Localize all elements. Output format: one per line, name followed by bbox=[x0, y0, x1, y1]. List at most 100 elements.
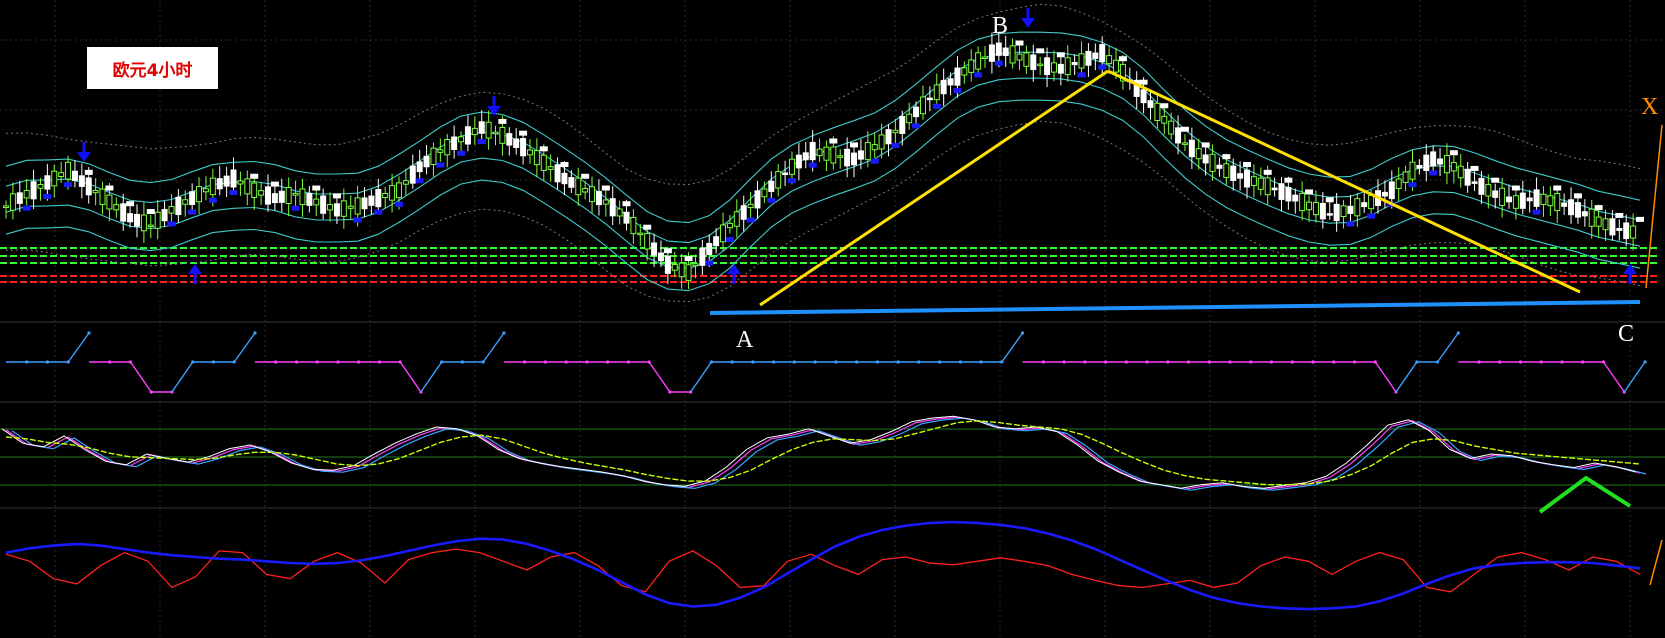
candle-body bbox=[3, 205, 9, 208]
candle-body bbox=[1202, 154, 1209, 164]
candle-body bbox=[437, 149, 444, 153]
candle-body bbox=[1402, 171, 1409, 183]
candle-body bbox=[878, 134, 885, 150]
candle-body bbox=[871, 144, 878, 151]
candle-body bbox=[961, 67, 968, 76]
candle-body bbox=[988, 44, 995, 62]
candle-body bbox=[1519, 192, 1526, 209]
candle-body bbox=[623, 211, 630, 224]
candle-body bbox=[685, 264, 692, 281]
zigzag-dot bbox=[87, 331, 91, 335]
candle-body bbox=[1526, 197, 1533, 202]
trend-dot-blue bbox=[353, 217, 362, 223]
zigzag-dot bbox=[502, 331, 506, 335]
candle-body bbox=[1271, 187, 1278, 191]
trend-dot-blue bbox=[1346, 221, 1355, 227]
trend-dot-blue bbox=[1367, 213, 1376, 219]
candle-body bbox=[161, 208, 168, 222]
candle-body bbox=[554, 164, 561, 183]
trend-dot-white bbox=[1636, 216, 1644, 222]
chart-canvas[interactable] bbox=[0, 0, 1665, 638]
candle-body bbox=[258, 190, 265, 196]
candle-body bbox=[1057, 63, 1064, 74]
candle-body bbox=[354, 197, 361, 215]
trend-dot-blue bbox=[188, 209, 197, 215]
candle-body bbox=[1506, 196, 1513, 203]
trend-dot-blue bbox=[1532, 209, 1541, 215]
candle-body bbox=[857, 150, 864, 160]
candle-body bbox=[1016, 53, 1023, 61]
candle-body bbox=[1471, 181, 1478, 184]
candle-body bbox=[51, 170, 58, 187]
trend-dot-white bbox=[1180, 126, 1189, 132]
candle-body bbox=[733, 211, 740, 227]
candle-body bbox=[844, 148, 851, 167]
candle-body bbox=[637, 232, 644, 236]
candle-body bbox=[768, 180, 775, 192]
candle-body bbox=[106, 194, 113, 210]
candle-body bbox=[120, 203, 127, 222]
candle-body bbox=[671, 264, 678, 271]
candle-body bbox=[975, 52, 982, 70]
trend-dot-white bbox=[1243, 162, 1252, 168]
candle-body bbox=[299, 188, 306, 206]
candle-body bbox=[1299, 192, 1306, 212]
candle-body bbox=[547, 166, 554, 170]
candle-body bbox=[1278, 183, 1285, 200]
trend-dot-white bbox=[1118, 56, 1127, 62]
candle-body bbox=[720, 224, 727, 243]
candle-body bbox=[602, 199, 609, 205]
zigzag-dot bbox=[253, 331, 257, 335]
candle-body bbox=[1347, 205, 1354, 214]
candle-body bbox=[782, 172, 789, 176]
candle-body bbox=[1223, 163, 1230, 179]
trend-dot-white bbox=[643, 224, 652, 230]
trend-dot-white bbox=[312, 185, 321, 191]
candle-body bbox=[926, 97, 933, 101]
candle-body bbox=[478, 121, 485, 134]
candle-body bbox=[168, 206, 175, 214]
trend-dot-white bbox=[1015, 40, 1024, 46]
candle-body bbox=[513, 138, 520, 148]
candle-body bbox=[995, 42, 1002, 56]
candle-body bbox=[1319, 202, 1326, 220]
candle-body bbox=[189, 191, 196, 205]
candle-body bbox=[306, 192, 313, 206]
trend-dot-white bbox=[1491, 177, 1500, 183]
trend-dot-white bbox=[829, 138, 838, 144]
zigzag-dot bbox=[1456, 331, 1460, 335]
candle-body bbox=[340, 200, 347, 217]
candle-body bbox=[16, 192, 23, 204]
trend-dot-blue bbox=[725, 237, 734, 243]
trend-dot-blue bbox=[208, 197, 217, 203]
candle-body bbox=[1209, 153, 1216, 172]
candle-body bbox=[664, 255, 671, 274]
candle-body bbox=[1064, 57, 1071, 76]
candle-body bbox=[706, 243, 713, 256]
point-label-c: C bbox=[1618, 321, 1635, 347]
trend-dot-white bbox=[663, 248, 672, 254]
trend-dot-blue bbox=[374, 209, 383, 215]
candle-body bbox=[464, 126, 471, 145]
candle-body bbox=[451, 136, 458, 150]
chart-window: 欧元4小时 A B C X bbox=[0, 0, 1665, 638]
trend-dot-white bbox=[560, 162, 569, 168]
candle-body bbox=[313, 198, 320, 206]
candle-body bbox=[1533, 189, 1540, 207]
candle-body bbox=[1616, 227, 1623, 231]
candle-body bbox=[1257, 177, 1264, 190]
candle-body bbox=[1623, 222, 1630, 240]
candle-body bbox=[1037, 63, 1044, 67]
candle-body bbox=[575, 177, 582, 196]
trend-dot-white bbox=[498, 118, 507, 124]
trend-dot-blue bbox=[974, 72, 983, 78]
trend-dot-blue bbox=[43, 193, 52, 199]
candle-body bbox=[271, 193, 278, 204]
trend-dot-white bbox=[1553, 185, 1562, 191]
candle-body bbox=[1168, 120, 1175, 135]
trend-dot-blue bbox=[912, 123, 921, 129]
candle-body bbox=[1340, 205, 1347, 218]
candle-body bbox=[1085, 50, 1092, 66]
candle-body bbox=[1044, 57, 1051, 76]
candle-body bbox=[1540, 193, 1547, 206]
